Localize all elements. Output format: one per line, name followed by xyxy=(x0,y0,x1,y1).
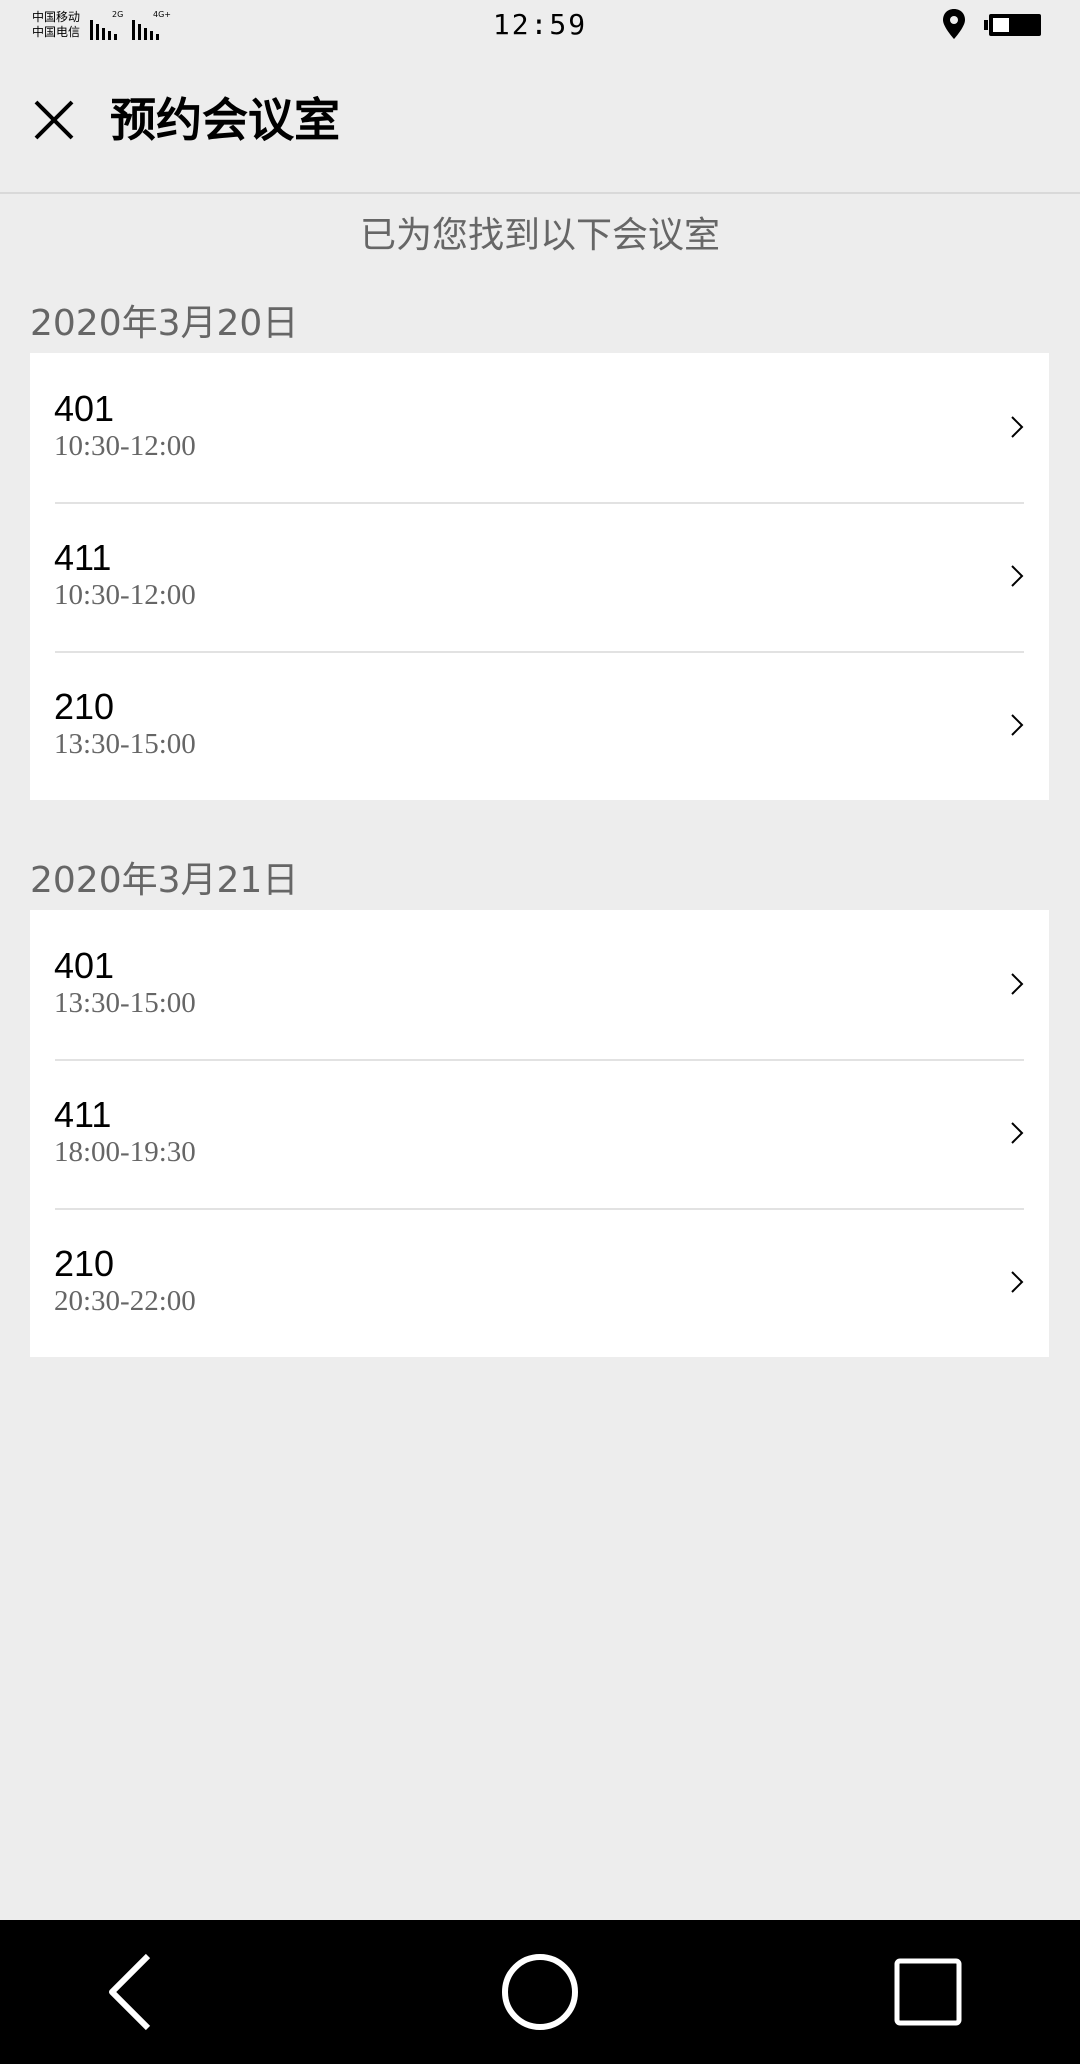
triangle-back-icon xyxy=(109,1953,151,2031)
room-time: 10:30-12:00 xyxy=(54,430,196,462)
app-header: 预约会议室 xyxy=(0,52,1080,194)
square-recent-icon xyxy=(894,1958,962,2026)
chevron-right-icon xyxy=(1011,973,1024,995)
room-number: 210 xyxy=(54,686,115,727)
chevron-right-icon xyxy=(1011,1122,1024,1144)
room-row[interactable]: 210 13:30-15:00 xyxy=(30,651,1049,800)
room-row[interactable]: 210 20:30-22:00 xyxy=(30,1208,1049,1357)
nav-back-button[interactable] xyxy=(80,1942,180,2042)
room-number: 411 xyxy=(54,1094,112,1135)
nav-home-button[interactable] xyxy=(490,1942,590,2042)
page-title: 预约会议室 xyxy=(110,93,340,147)
chevron-right-icon xyxy=(1011,714,1024,736)
date-header: 2020年3月20日 xyxy=(30,303,299,344)
result-subtitle: 已为您找到以下会议室 xyxy=(359,215,720,256)
room-number: 411 xyxy=(54,537,112,578)
circle-home-icon xyxy=(502,1954,578,2030)
room-number: 401 xyxy=(54,388,115,429)
date-header: 2020年3月21日 xyxy=(30,860,299,901)
room-time: 18:00-19:30 xyxy=(54,1136,196,1168)
room-number: 210 xyxy=(54,1243,115,1284)
room-time: 13:30-15:00 xyxy=(54,987,196,1019)
room-list-card: 401 13:30-15:00 411 18:00-19:30 210 20:3… xyxy=(30,910,1049,1357)
system-nav-bar xyxy=(0,1920,1080,2064)
status-bar: 中国移动 中国电信 2G 4G+ 12:59 xyxy=(0,0,1080,52)
chevron-right-icon xyxy=(1011,565,1024,587)
room-time: 10:30-12:00 xyxy=(54,579,196,611)
chevron-right-icon xyxy=(1011,1271,1024,1293)
room-row[interactable]: 411 18:00-19:30 xyxy=(30,1059,1049,1208)
battery-icon xyxy=(984,14,1041,36)
status-time: 12:59 xyxy=(492,8,588,41)
room-row[interactable]: 411 10:30-12:00 xyxy=(30,502,1049,651)
room-row[interactable]: 401 13:30-15:00 xyxy=(30,910,1049,1059)
room-time: 13:30-15:00 xyxy=(54,728,196,760)
room-number: 401 xyxy=(54,945,115,986)
room-time: 20:30-22:00 xyxy=(54,1285,196,1317)
nav-recent-button[interactable] xyxy=(878,1942,978,2042)
close-icon xyxy=(34,100,74,140)
room-row[interactable]: 401 10:30-12:00 xyxy=(30,353,1049,502)
room-list-card: 401 10:30-12:00 411 10:30-12:00 210 13:3… xyxy=(30,353,1049,800)
location-icon xyxy=(943,9,965,39)
chevron-right-icon xyxy=(1011,416,1024,438)
close-button[interactable] xyxy=(24,90,84,150)
